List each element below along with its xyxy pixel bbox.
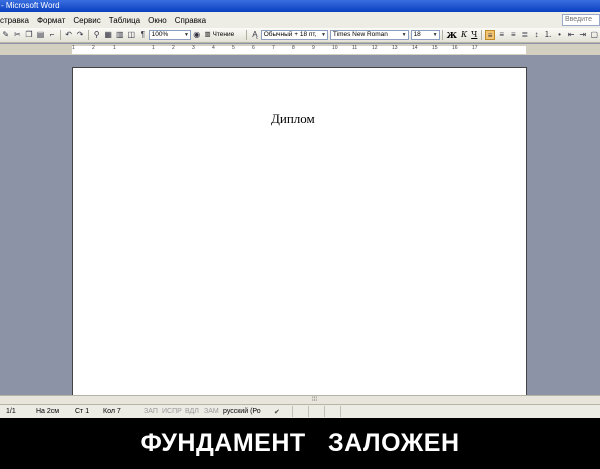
bold-button[interactable]: Ж: [444, 30, 459, 40]
horizontal-ruler[interactable]: 1 2 1 1 2 3 4 5 6 7 8 9 10 11 12 13 14 1…: [0, 44, 600, 55]
status-cell: [292, 406, 308, 417]
justify-icon[interactable]: ≣: [520, 30, 530, 40]
tables-icon[interactable]: ▦: [103, 30, 113, 40]
word-window: - Microsoft Word стравка Формат Сервис Т…: [0, 0, 600, 418]
meme-caption: ФУНДАМЕНТ ЗАЛОЖЕН: [0, 418, 600, 469]
style-select[interactable]: Обычный + 18 пт, ▼: [260, 30, 328, 40]
ruler-tick: 10: [332, 45, 338, 51]
help-icon[interactable]: ◉: [192, 30, 202, 40]
drawing-icon[interactable]: ◫: [127, 30, 137, 40]
chevron-down-icon: ▼: [184, 32, 189, 38]
document-title: Диплом: [271, 111, 315, 126]
decrease-indent-icon[interactable]: ⇤: [566, 30, 576, 40]
menu-help[interactable]: Справка: [171, 16, 210, 25]
show-hide-icon[interactable]: ¶: [138, 30, 148, 40]
status-cell: [308, 406, 324, 417]
scroll-grip-icon: ⁞⁞⁞: [312, 397, 318, 403]
format-painter-icon[interactable]: ⌐: [47, 30, 57, 40]
ruler-tick: 15: [432, 45, 438, 51]
menu-bar: стравка Формат Сервис Таблица Окно Справ…: [0, 12, 600, 28]
zoom-value: 100%: [151, 31, 169, 38]
ruler-tick: 8: [292, 45, 295, 51]
undo-icon[interactable]: ↶: [64, 30, 74, 40]
ruler-tick: 6: [252, 45, 255, 51]
increase-indent-icon[interactable]: ⇥: [578, 30, 588, 40]
spelling-status-icon[interactable]: ✔: [274, 408, 280, 416]
hyperlink-icon[interactable]: ⚲: [92, 30, 102, 40]
align-center-icon[interactable]: ≡: [497, 30, 507, 40]
status-cell: [324, 406, 340, 417]
ruler-tick: 5: [232, 45, 235, 51]
ruler-tick: 3: [192, 45, 195, 51]
reading-mode-label: Чтение: [212, 31, 235, 38]
cut-icon[interactable]: ✂: [13, 30, 23, 40]
zoom-select[interactable]: 100% ▼: [148, 30, 191, 40]
ruler-tick: 1: [113, 45, 116, 51]
menu-tools[interactable]: Сервис: [69, 16, 104, 25]
menu-edit[interactable]: стравка: [0, 16, 33, 25]
paste-icon[interactable]: ▤: [36, 30, 46, 40]
ruler-tick: 14: [412, 45, 418, 51]
status-ext[interactable]: ВДЛ: [185, 408, 199, 415]
status-ovr[interactable]: ЗАМ: [204, 408, 219, 415]
font-size-value: 18: [413, 31, 421, 38]
research-icon[interactable]: ✎: [1, 30, 11, 40]
reading-mode-button[interactable]: ▥ Чтение: [203, 30, 237, 40]
chevron-down-icon: ▼: [401, 32, 407, 38]
italic-button[interactable]: К: [459, 30, 469, 40]
ruler-tick: 1: [72, 45, 75, 51]
ruler-tick: 12: [372, 45, 378, 51]
ruler-tick: 13: [392, 45, 398, 51]
toolbar-separator: [59, 30, 61, 40]
line-spacing-icon[interactable]: ↕: [532, 30, 542, 40]
ruler-tick: 2: [172, 45, 175, 51]
chevron-down-icon: ▼: [320, 32, 326, 38]
font-select[interactable]: Times New Roman ▼: [329, 30, 409, 40]
ruler-tick: 9: [312, 45, 315, 51]
status-language: русский (Ро: [223, 408, 261, 415]
title-bar: - Microsoft Word: [0, 0, 600, 12]
redo-icon[interactable]: ↷: [75, 30, 85, 40]
status-col: Кол 7: [103, 408, 121, 415]
status-page: 1/1: [6, 408, 16, 415]
status-cell: [340, 406, 356, 417]
toolbar-separator: [246, 30, 248, 40]
document-page[interactable]: Диплом: [72, 67, 527, 397]
styles-pane-icon[interactable]: Ą: [250, 30, 260, 40]
menu-format[interactable]: Формат: [33, 16, 69, 25]
ruler-tick: 7: [272, 45, 275, 51]
status-at: На 2см: [36, 408, 60, 415]
menu-table[interactable]: Таблица: [105, 16, 144, 25]
font-size-select[interactable]: 18 ▼: [410, 30, 440, 40]
ruler-tick: 16: [452, 45, 458, 51]
chevron-down-icon: ▼: [432, 32, 438, 38]
toolbar-separator: [481, 30, 483, 40]
copy-icon[interactable]: ❐: [24, 30, 34, 40]
bullets-icon[interactable]: •: [555, 30, 565, 40]
ruler-tick: 1: [152, 45, 155, 51]
ruler-tick: 11: [352, 45, 358, 51]
style-value: Обычный + 18 пт,: [263, 31, 317, 38]
formatting-toolbar: ✎ ✂ ❐ ▤ ⌐ ↶ ↷ ⚲ ▦ ▥ ◫ ¶ 100% ▼ ◉ ▥ Чтение…: [0, 28, 600, 43]
columns-icon[interactable]: ▥: [115, 30, 125, 40]
toolbar-separator: [441, 30, 443, 40]
help-search-input[interactable]: Введите: [562, 14, 600, 26]
ruler-tick: 4: [212, 45, 215, 51]
ruler-tick: 17: [472, 45, 478, 51]
underline-button[interactable]: Ч: [469, 30, 479, 40]
toolbar-separator: [87, 30, 89, 40]
align-left-icon[interactable]: ≡: [485, 30, 495, 40]
font-value: Times New Roman: [332, 31, 388, 38]
borders-icon[interactable]: ▢: [589, 30, 599, 40]
status-rec[interactable]: ЗАП: [144, 408, 158, 415]
horizontal-scrollbar[interactable]: ⁞⁞⁞: [0, 395, 600, 404]
status-trk[interactable]: ИСПР: [162, 408, 182, 415]
ruler-tick: 2: [92, 45, 95, 51]
menu-window[interactable]: Окно: [144, 16, 171, 25]
status-line: Ст 1: [75, 408, 90, 415]
numbering-icon[interactable]: ⒈: [543, 30, 553, 40]
status-bar: 1/1 На 2см Ст 1 Кол 7 ЗАП ИСПР ВДЛ ЗАМ р…: [0, 404, 600, 418]
align-right-icon[interactable]: ≡: [509, 30, 519, 40]
